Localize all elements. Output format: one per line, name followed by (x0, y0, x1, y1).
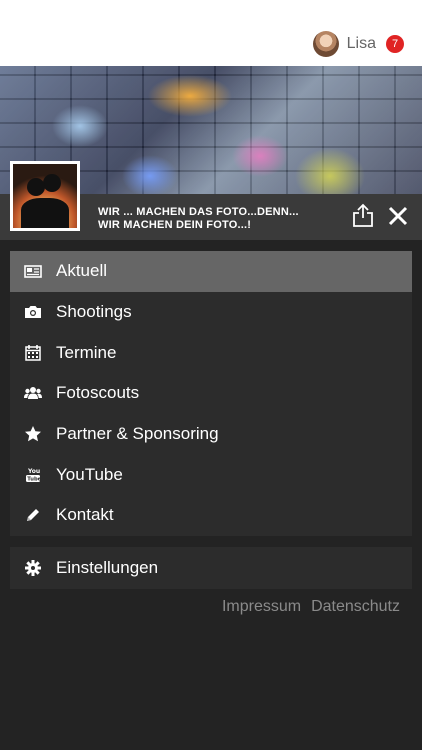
avatar[interactable] (312, 31, 339, 57)
star-icon (10, 425, 56, 443)
svg-text:You: You (27, 468, 40, 475)
newspaper-icon (10, 262, 56, 280)
notification-badge[interactable]: 7 (386, 35, 404, 53)
footer-links: Impressum Datenschutz (222, 598, 400, 616)
settings-item[interactable]: Einstellungen (10, 547, 412, 589)
menu-item-label: Shootings (56, 302, 132, 322)
menu-item-label: YouTube (56, 464, 123, 484)
calendar-icon (10, 344, 56, 362)
slogan-line-1: WIR ... MACHEN DAS FOTO...DENN... (98, 206, 299, 218)
user-profile[interactable]: Lisa 7 (312, 30, 404, 58)
user-name[interactable]: Lisa (347, 35, 376, 53)
top-bar: Lisa 7 (0, 0, 422, 66)
datenschutz-link[interactable]: Datenschutz (311, 598, 400, 616)
menu-item-label: Aktuell (56, 261, 108, 281)
gear-icon (10, 559, 56, 577)
slogan: WIR ... MACHEN DAS FOTO...DENN... WIR MA… (98, 206, 299, 232)
camera-icon (10, 303, 56, 321)
side-menu: Aktuell Shootings Termine Fotoscouts Par… (10, 251, 412, 536)
menu-item-label: Termine (56, 342, 117, 362)
share-button[interactable] (350, 202, 376, 228)
logo (10, 161, 80, 231)
close-button[interactable] (386, 204, 410, 228)
youtube-icon: You Tube (10, 466, 56, 484)
close-icon[interactable] (386, 204, 410, 228)
menu-item-kontakt[interactable]: Kontakt (10, 495, 412, 536)
menu-item-label: Fotoscouts (56, 383, 140, 403)
menu-item-fotoscouts[interactable]: Fotoscouts (10, 373, 412, 414)
share-icon[interactable] (350, 202, 376, 228)
slogan-line-2: WIR MACHEN DEIN FOTO...! (98, 219, 252, 231)
menu-item-aktuell[interactable]: Aktuell (10, 251, 412, 292)
settings-label: Einstellungen (56, 558, 159, 577)
menu-item-shootings[interactable]: Shootings (10, 292, 412, 333)
svg-text:Tube: Tube (27, 476, 41, 482)
menu-item-termine[interactable]: Termine (10, 332, 412, 373)
impressum-link[interactable]: Impressum (222, 598, 301, 616)
menu-item-label: Partner & Sponsoring (56, 424, 219, 444)
users-icon (10, 384, 56, 402)
menu-item-partner-sponsoring[interactable]: Partner & Sponsoring (10, 414, 412, 455)
menu-item-label: Kontakt (56, 505, 114, 525)
menu-item-youtube[interactable]: You Tube YouTube (10, 454, 412, 495)
pencil-icon (10, 506, 56, 524)
